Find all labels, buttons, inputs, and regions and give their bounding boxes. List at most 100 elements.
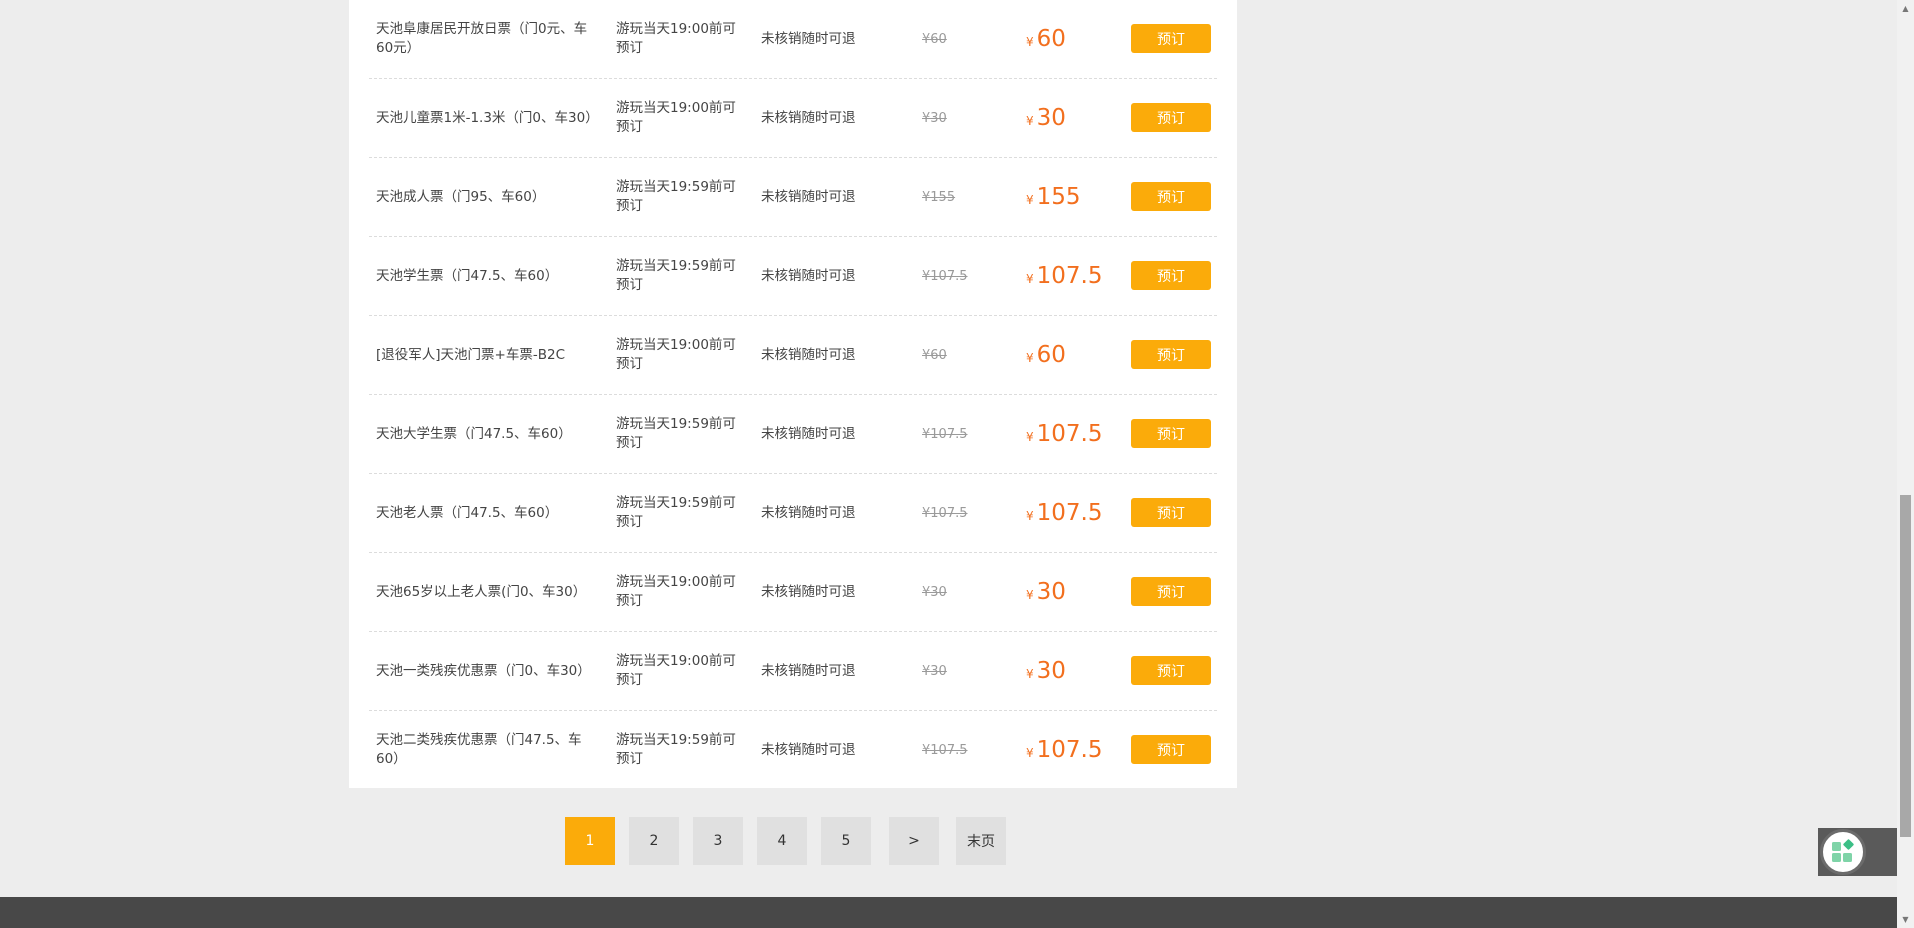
ticket-row: 天池老人票（门47.5、车60） 游玩当天19:59前可预订 未核销随时可退 ¥107… bbox=[369, 474, 1217, 553]
booking-time: 游玩当天19:00前可预订 bbox=[616, 337, 736, 372]
booking-time: 游玩当天19:59前可预订 bbox=[616, 732, 736, 767]
book-button[interactable]: 预订 bbox=[1131, 735, 1211, 764]
original-price: ¥60 bbox=[922, 31, 947, 47]
sale-price: ¥107.5 bbox=[1026, 711, 1116, 789]
last-page-button[interactable]: 末页 bbox=[956, 817, 1006, 865]
page-3-button[interactable]: 3 bbox=[693, 817, 743, 865]
ticket-row: 天池儿童票1米-1.3米（门0、车30） 游玩当天19:00前可预订 未核销随时可退… bbox=[369, 79, 1217, 158]
currency-symbol: ¥ bbox=[1026, 587, 1034, 602]
original-price: ¥107.5 bbox=[922, 426, 968, 442]
scrollbar-thumb[interactable] bbox=[1900, 495, 1911, 837]
book-button[interactable]: 预订 bbox=[1131, 340, 1211, 369]
sale-price: ¥107.5 bbox=[1026, 395, 1116, 473]
currency-symbol: ¥ bbox=[1026, 113, 1034, 128]
original-price: ¥30 bbox=[922, 110, 947, 126]
apps-grid-icon bbox=[1832, 839, 1854, 862]
ticket-name: 天池二类残疾优惠票（门47.5、车60） bbox=[376, 732, 582, 767]
currency-symbol: ¥ bbox=[1026, 350, 1034, 365]
book-button[interactable]: 预订 bbox=[1131, 656, 1211, 685]
price-amount: 30 bbox=[1036, 104, 1066, 131]
sale-price: ¥155 bbox=[1026, 158, 1116, 236]
sale-price: ¥107.5 bbox=[1026, 474, 1116, 552]
book-button[interactable]: 预订 bbox=[1131, 419, 1211, 448]
ticket-row: 天池大学生票（门47.5、车60） 游玩当天19:59前可预订 未核销随时可退 ¥10… bbox=[369, 395, 1217, 474]
refund-policy: 未核销随时可退 bbox=[761, 504, 856, 521]
ticket-row: 天池学生票（门47.5、车60） 游玩当天19:59前可预订 未核销随时可退 ¥107… bbox=[369, 237, 1217, 316]
refund-policy: 未核销随时可退 bbox=[761, 267, 856, 284]
vertical-scrollbar[interactable]: ▲ ▼ bbox=[1897, 0, 1914, 928]
refund-policy: 未核销随时可退 bbox=[761, 109, 856, 126]
currency-symbol: ¥ bbox=[1026, 192, 1034, 207]
booking-time: 游玩当天19:00前可预订 bbox=[616, 653, 736, 688]
original-price: ¥107.5 bbox=[922, 505, 968, 521]
ticket-name: 天池一类残疾优惠票（门0、车30） bbox=[376, 662, 591, 679]
price-amount: 107.5 bbox=[1036, 420, 1103, 447]
book-button[interactable]: 预订 bbox=[1131, 24, 1211, 53]
original-price: ¥30 bbox=[922, 663, 947, 679]
currency-symbol: ¥ bbox=[1026, 271, 1034, 286]
ticket-name: 天池儿童票1米-1.3米（门0、车30） bbox=[376, 109, 599, 126]
price-amount: 107.5 bbox=[1036, 736, 1103, 763]
scroll-down-icon[interactable]: ▼ bbox=[1897, 911, 1914, 928]
sale-price: ¥107.5 bbox=[1026, 237, 1116, 315]
sale-price: ¥30 bbox=[1026, 79, 1116, 157]
ticket-name: 天池学生票（门47.5、车60） bbox=[376, 267, 559, 284]
refund-policy: 未核销随时可退 bbox=[761, 30, 856, 47]
page-4-button[interactable]: 4 bbox=[757, 817, 807, 865]
sale-price: ¥30 bbox=[1026, 632, 1116, 710]
ticket-name: 天池成人票（门95、车60） bbox=[376, 188, 546, 205]
currency-symbol: ¥ bbox=[1026, 34, 1034, 49]
original-price: ¥60 bbox=[922, 347, 947, 363]
booking-time: 游玩当天19:00前可预订 bbox=[616, 21, 736, 56]
original-price: ¥30 bbox=[922, 584, 947, 600]
sale-price: ¥60 bbox=[1026, 0, 1116, 78]
booking-time: 游玩当天19:59前可预订 bbox=[616, 495, 736, 530]
book-button[interactable]: 预订 bbox=[1131, 577, 1211, 606]
ticket-row: 天池一类残疾优惠票（门0、车30） 游玩当天19:00前可预订 未核销随时可退 ¥30… bbox=[369, 632, 1217, 711]
price-amount: 107.5 bbox=[1036, 262, 1103, 289]
booking-time: 游玩当天19:00前可预订 bbox=[616, 574, 736, 609]
booking-time: 游玩当天19:00前可预订 bbox=[616, 100, 736, 135]
book-button[interactable]: 预订 bbox=[1131, 182, 1211, 211]
original-price: ¥155 bbox=[922, 189, 956, 205]
refund-policy: 未核销随时可退 bbox=[761, 662, 856, 679]
booking-time: 游玩当天19:59前可预订 bbox=[616, 258, 736, 293]
ticket-name: [退役军人]天池门票+车票-B2C bbox=[376, 346, 565, 363]
price-amount: 30 bbox=[1036, 578, 1066, 605]
price-amount: 30 bbox=[1036, 657, 1066, 684]
refund-policy: 未核销随时可退 bbox=[761, 583, 856, 600]
float-widget-button[interactable] bbox=[1820, 829, 1866, 875]
refund-policy: 未核销随时可退 bbox=[761, 188, 856, 205]
ticket-list-panel: 天池阜康居民开放日票（门0元、车60元） 游玩当天19:00前可预订 未核销随时可退… bbox=[349, 0, 1237, 788]
ticket-name: 天池阜康居民开放日票（门0元、车60元） bbox=[376, 21, 588, 56]
page-1-button[interactable]: 1 bbox=[565, 817, 615, 865]
refund-policy: 未核销随时可退 bbox=[761, 741, 856, 758]
page-footer bbox=[0, 897, 1897, 928]
ticket-row: 天池成人票（门95、车60） 游玩当天19:59前可预订 未核销随时可退 ¥155 ¥1… bbox=[369, 158, 1217, 237]
ticket-row: [退役军人]天池门票+车票-B2C 游玩当天19:00前可预订 未核销随时可退 ¥60… bbox=[369, 316, 1217, 395]
price-amount: 155 bbox=[1036, 183, 1081, 210]
page-5-button[interactable]: 5 bbox=[821, 817, 871, 865]
booking-time: 游玩当天19:59前可预订 bbox=[616, 416, 736, 451]
scroll-up-icon[interactable]: ▲ bbox=[1897, 0, 1914, 17]
booking-time: 游玩当天19:59前可预订 bbox=[616, 179, 736, 214]
currency-symbol: ¥ bbox=[1026, 429, 1034, 444]
sale-price: ¥60 bbox=[1026, 316, 1116, 394]
currency-symbol: ¥ bbox=[1026, 745, 1034, 760]
original-price: ¥107.5 bbox=[922, 742, 968, 758]
sale-price: ¥30 bbox=[1026, 553, 1116, 631]
price-amount: 107.5 bbox=[1036, 499, 1103, 526]
book-button[interactable]: 预订 bbox=[1131, 261, 1211, 290]
original-price: ¥107.5 bbox=[922, 268, 968, 284]
book-button[interactable]: 预订 bbox=[1131, 103, 1211, 132]
book-button[interactable]: 预订 bbox=[1131, 498, 1211, 527]
ticket-name: 天池大学生票（门47.5、车60） bbox=[376, 425, 572, 442]
ticket-name: 天池老人票（门47.5、车60） bbox=[376, 504, 559, 521]
ticket-row: 天池阜康居民开放日票（门0元、车60元） 游玩当天19:00前可预订 未核销随时可退… bbox=[369, 0, 1217, 79]
next-page-button[interactable]: > bbox=[889, 817, 939, 865]
ticket-row: 天池二类残疾优惠票（门47.5、车60） 游玩当天19:59前可预订 未核销随时可退… bbox=[369, 711, 1217, 789]
price-amount: 60 bbox=[1036, 341, 1066, 368]
price-amount: 60 bbox=[1036, 25, 1066, 52]
page-2-button[interactable]: 2 bbox=[629, 817, 679, 865]
refund-policy: 未核销随时可退 bbox=[761, 425, 856, 442]
